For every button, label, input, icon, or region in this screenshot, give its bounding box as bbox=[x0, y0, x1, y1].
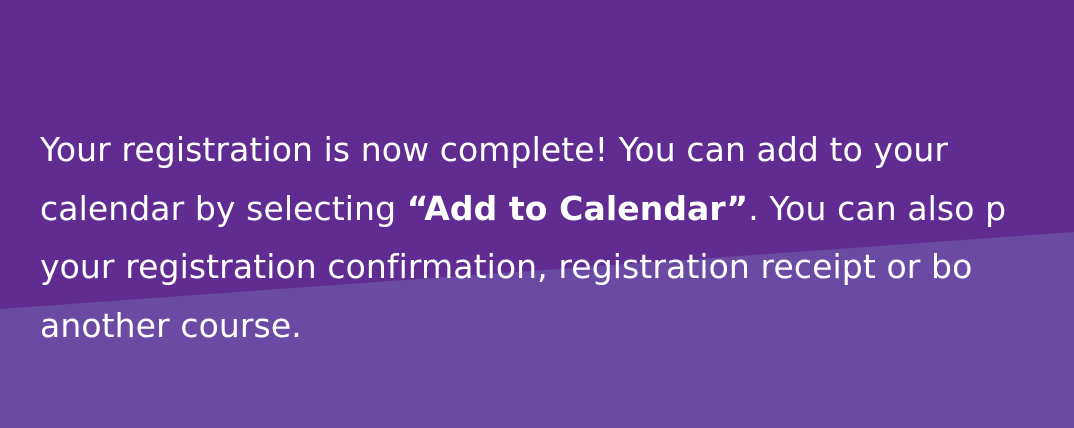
message-line-2-suffix: . You can also p bbox=[748, 188, 1007, 228]
add-to-calendar-reference: “Add to Calendar” bbox=[406, 188, 749, 228]
message-line-4: another course. bbox=[40, 305, 302, 345]
message-line-2: calendar by selecting “Add to Calendar”.… bbox=[40, 180, 1074, 239]
message-line-2-prefix: calendar by selecting bbox=[40, 188, 407, 228]
message-line-1: Your registration is now complete! You c… bbox=[40, 130, 949, 169]
message-line-3: your registration confirmation, registra… bbox=[40, 247, 973, 286]
registration-complete-banner: Your registration is now complete! You c… bbox=[0, 0, 1074, 428]
registration-complete-message: Your registration is now complete! You c… bbox=[40, 121, 1074, 355]
